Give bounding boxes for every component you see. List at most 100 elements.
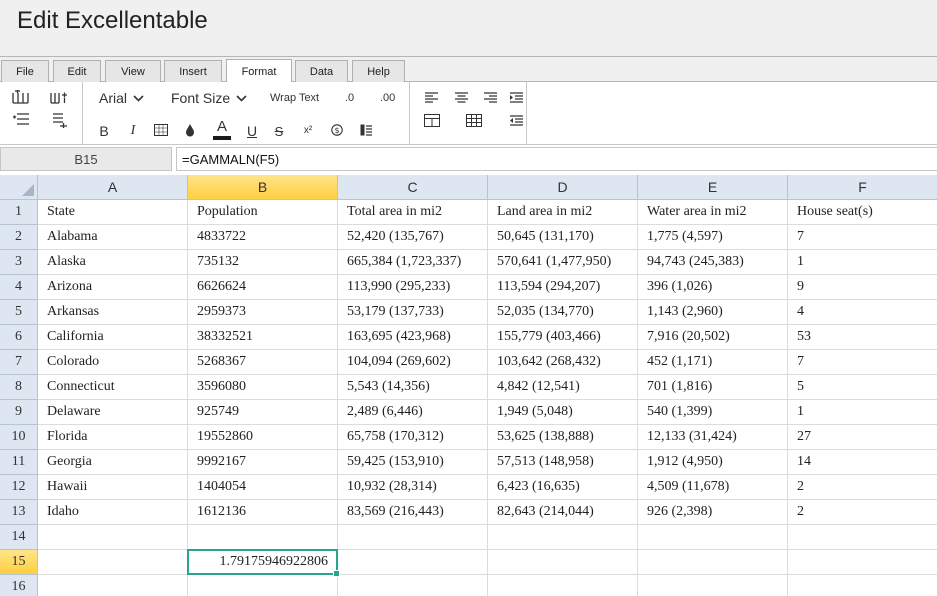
- cell-c12[interactable]: 10,932 (28,314): [338, 475, 488, 500]
- cell-b10[interactable]: 19552860: [188, 425, 338, 450]
- indent-icon[interactable]: [509, 91, 523, 103]
- row-header[interactable]: 15: [0, 550, 38, 575]
- insert-column-icon[interactable]: [11, 89, 31, 105]
- tab-help[interactable]: Help: [352, 60, 405, 82]
- cell-b4[interactable]: 6626624: [188, 275, 338, 300]
- cell-e8[interactable]: 701 (1,816): [638, 375, 788, 400]
- column-header-e[interactable]: E: [638, 175, 788, 200]
- cell-c10[interactable]: 65,758 (170,312): [338, 425, 488, 450]
- cell-d12[interactable]: 6,423 (16,635): [488, 475, 638, 500]
- strikethrough-button[interactable]: S: [272, 123, 286, 139]
- tab-view[interactable]: View: [105, 60, 161, 82]
- cell-e13[interactable]: 926 (2,398): [638, 500, 788, 525]
- cell-f6[interactable]: 53: [788, 325, 937, 350]
- outdent-icon[interactable]: [509, 114, 523, 126]
- cell-a16[interactable]: [38, 575, 188, 596]
- cell-reference-box[interactable]: B15: [0, 147, 172, 171]
- cell-f1[interactable]: House seat(s): [788, 200, 937, 225]
- column-header-d[interactable]: D: [488, 175, 638, 200]
- formula-input[interactable]: =GAMMALN(F5): [176, 147, 937, 171]
- cell-f5[interactable]: 4: [788, 300, 937, 325]
- bold-button[interactable]: B: [97, 123, 111, 139]
- row-header[interactable]: 11: [0, 450, 38, 475]
- cell-d8[interactable]: 4,842 (12,541): [488, 375, 638, 400]
- tab-data[interactable]: Data: [295, 60, 348, 82]
- cell-e9[interactable]: 540 (1,399): [638, 400, 788, 425]
- spreadsheet-grid[interactable]: A B C D E F 1 State Population Total area in mi2 L…: [0, 175, 937, 596]
- font-size-dropdown[interactable]: Font Size: [171, 90, 247, 106]
- row-header[interactable]: 4: [0, 275, 38, 300]
- column-header-c[interactable]: C: [338, 175, 488, 200]
- cell-f12[interactable]: 2: [788, 475, 937, 500]
- cell-a12[interactable]: Hawaii: [38, 475, 188, 500]
- currency-icon[interactable]: $: [330, 123, 344, 137]
- cell-c14[interactable]: [338, 525, 488, 550]
- cell-c15[interactable]: [338, 550, 488, 575]
- cell-f14[interactable]: [788, 525, 937, 550]
- cell-e10[interactable]: 12,133 (31,424): [638, 425, 788, 450]
- cell-f13[interactable]: 2: [788, 500, 937, 525]
- cell-d10[interactable]: 53,625 (138,888): [488, 425, 638, 450]
- row-header[interactable]: 13: [0, 500, 38, 525]
- font-family-dropdown[interactable]: Arial: [99, 90, 144, 106]
- cell-b13[interactable]: 1612136: [188, 500, 338, 525]
- cell-a1[interactable]: State: [38, 200, 188, 225]
- decrease-decimal-button[interactable]: .0: [345, 91, 354, 105]
- cell-c5[interactable]: 53,179 (137,733): [338, 300, 488, 325]
- superscript-button[interactable]: x²: [300, 123, 316, 137]
- row-header[interactable]: 8: [0, 375, 38, 400]
- cell-b9[interactable]: 925749: [188, 400, 338, 425]
- cell-c13[interactable]: 83,569 (216,443): [338, 500, 488, 525]
- cell-f15[interactable]: [788, 550, 937, 575]
- row-header[interactable]: 3: [0, 250, 38, 275]
- cell-f11[interactable]: 14: [788, 450, 937, 475]
- cell-d6[interactable]: 155,779 (403,466): [488, 325, 638, 350]
- increase-decimal-button[interactable]: .00: [380, 91, 395, 105]
- cell-d11[interactable]: 57,513 (148,958): [488, 450, 638, 475]
- cell-b14[interactable]: [188, 525, 338, 550]
- row-header[interactable]: 16: [0, 575, 38, 596]
- column-header-f[interactable]: F: [788, 175, 937, 200]
- italic-button[interactable]: I: [126, 123, 140, 139]
- cell-a15[interactable]: [38, 550, 188, 575]
- cell-b12[interactable]: 1404054: [188, 475, 338, 500]
- cell-c6[interactable]: 163,695 (423,968): [338, 325, 488, 350]
- cell-a6[interactable]: California: [38, 325, 188, 350]
- cell-a5[interactable]: Arkansas: [38, 300, 188, 325]
- cell-c7[interactable]: 104,094 (269,602): [338, 350, 488, 375]
- cell-d7[interactable]: 103,642 (268,432): [488, 350, 638, 375]
- cell-d15[interactable]: [488, 550, 638, 575]
- cell-e1[interactable]: Water area in mi2: [638, 200, 788, 225]
- cell-f16[interactable]: [788, 575, 937, 596]
- cell-a8[interactable]: Connecticut: [38, 375, 188, 400]
- cell-c2[interactable]: 52,420 (135,767): [338, 225, 488, 250]
- row-header[interactable]: 6: [0, 325, 38, 350]
- cell-a14[interactable]: [38, 525, 188, 550]
- row-header[interactable]: 9: [0, 400, 38, 425]
- cell-f8[interactable]: 5: [788, 375, 937, 400]
- cell-c16[interactable]: [338, 575, 488, 596]
- merge-cells-icon[interactable]: [423, 113, 441, 127]
- cell-d14[interactable]: [488, 525, 638, 550]
- tab-file[interactable]: File: [1, 60, 49, 82]
- cell-d5[interactable]: 52,035 (134,770): [488, 300, 638, 325]
- tab-insert[interactable]: Insert: [164, 60, 222, 82]
- cell-b3[interactable]: 735132: [188, 250, 338, 275]
- cell-b2[interactable]: 4833722: [188, 225, 338, 250]
- cell-d16[interactable]: [488, 575, 638, 596]
- cell-e15[interactable]: [638, 550, 788, 575]
- cell-c1[interactable]: Total area in mi2: [338, 200, 488, 225]
- cell-f3[interactable]: 1: [788, 250, 937, 275]
- underline-button[interactable]: U: [245, 123, 259, 139]
- cell-d9[interactable]: 1,949 (5,048): [488, 400, 638, 425]
- text-color-button[interactable]: A: [213, 118, 231, 140]
- row-header[interactable]: 10: [0, 425, 38, 450]
- cell-e6[interactable]: 7,916 (20,502): [638, 325, 788, 350]
- cell-d3[interactable]: 570,641 (1,477,950): [488, 250, 638, 275]
- cell-e12[interactable]: 4,509 (11,678): [638, 475, 788, 500]
- select-all-corner[interactable]: [0, 175, 38, 200]
- cell-a9[interactable]: Delaware: [38, 400, 188, 425]
- row-header[interactable]: 14: [0, 525, 38, 550]
- cell-a11[interactable]: Georgia: [38, 450, 188, 475]
- cell-e4[interactable]: 396 (1,026): [638, 275, 788, 300]
